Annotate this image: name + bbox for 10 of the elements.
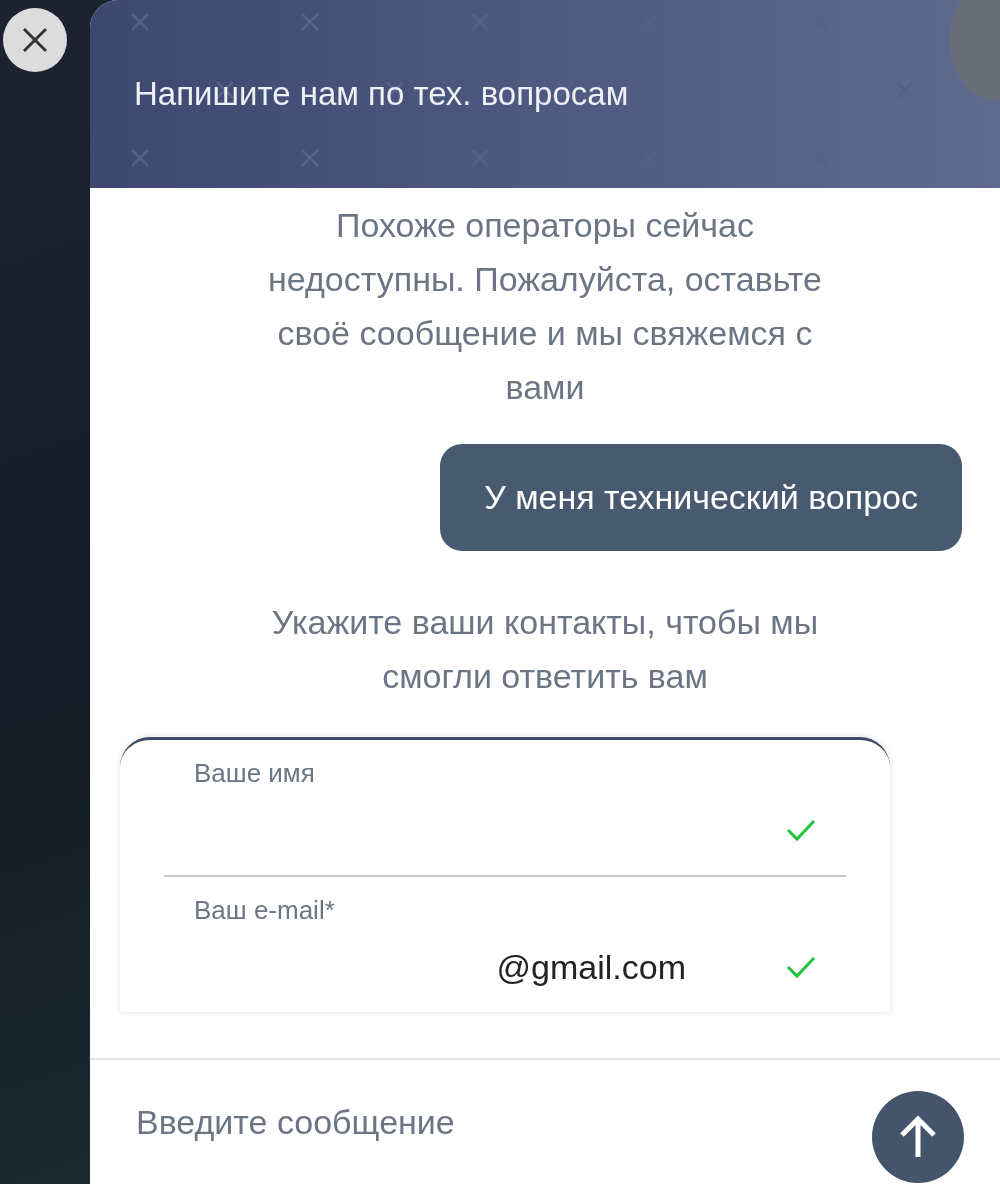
field-label: Ваше имя — [194, 758, 315, 789]
message-input[interactable]: Введите сообщение — [134, 1101, 872, 1143]
close-icon — [20, 25, 50, 55]
arrow-up-icon — [898, 1115, 938, 1159]
field-value[interactable]: @gmail.com — [496, 947, 686, 987]
user-message: У меня технический вопрос — [440, 444, 962, 551]
system-message: Похоже операторы сейчас недоступны. Пожалуйста, оставьте своё сообщение и мы свяжемся с вами — [267, 205, 823, 408]
chat-title: Напишите нам по тех. вопросам — [134, 75, 629, 113]
system-message: Укажите ваши контакты, чтобы мы смогли ответить вам — [270, 602, 820, 697]
field-label: Ваш e-mail* — [194, 895, 335, 926]
